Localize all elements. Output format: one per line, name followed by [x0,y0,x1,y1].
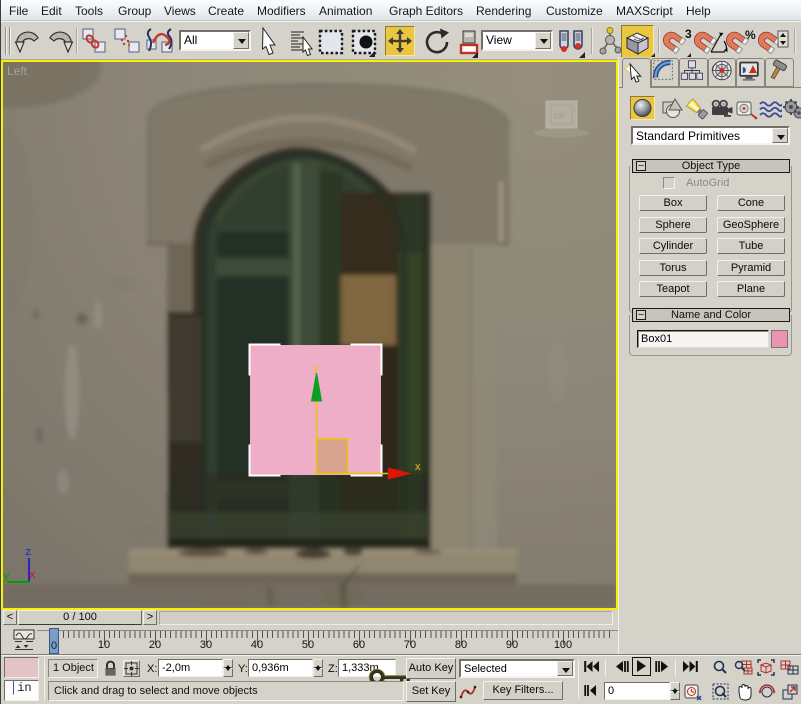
svg-text:3: 3 [685,27,692,41]
svg-text:z: z [25,547,32,559]
svg-text:x: x [29,570,36,582]
svg-text:y: y [313,362,319,374]
svg-text:%: % [745,28,756,42]
svg-text:x: x [415,461,421,473]
svg-text:y: y [3,571,10,583]
svg-text:UP: UP [554,112,565,121]
